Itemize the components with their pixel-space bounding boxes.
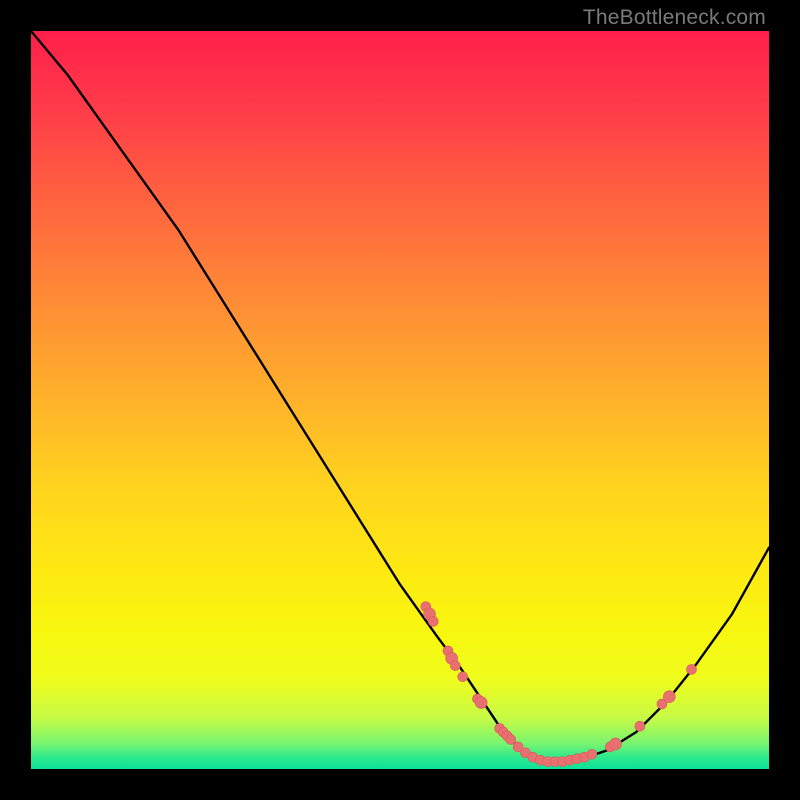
data-marker [687, 664, 697, 674]
data-marker [663, 691, 675, 703]
data-marker [428, 616, 438, 626]
chart-frame: TheBottleneck.com [0, 0, 800, 800]
data-marker [635, 721, 645, 731]
marker-group [421, 602, 697, 767]
curve-layer [31, 31, 769, 769]
plot-area [31, 31, 769, 769]
data-marker [450, 661, 460, 671]
data-marker [475, 697, 487, 709]
data-marker [506, 734, 516, 744]
data-marker [458, 672, 468, 682]
data-marker [610, 738, 622, 750]
data-marker [587, 749, 597, 759]
bottleneck-curve [31, 31, 769, 762]
watermark-text: TheBottleneck.com [583, 6, 766, 30]
